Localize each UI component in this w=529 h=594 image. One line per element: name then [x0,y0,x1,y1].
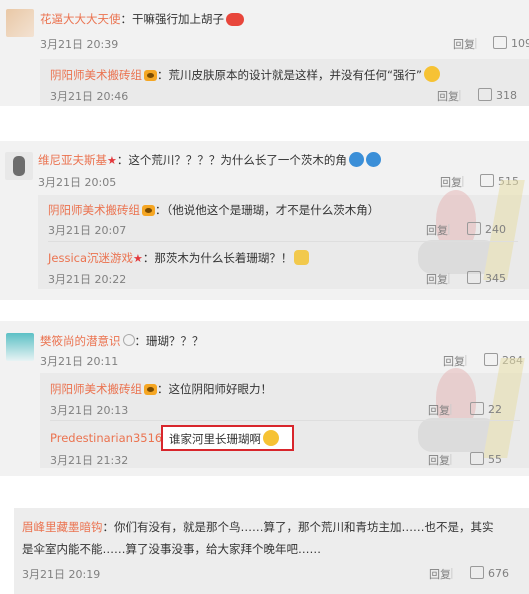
username-link[interactable]: 阴阳师美术搬砖组 [48,203,140,217]
like-button[interactable]: 109 [493,36,529,50]
cat-emoji-icon [294,250,310,265]
username-link[interactable]: Jessica沉迷游戏 [48,251,133,265]
like-button[interactable]: 55 [470,452,502,466]
reply-link[interactable]: 回复 [426,222,448,238]
thumbs-up-icon [467,271,481,284]
divider: | [447,222,451,235]
divider: | [447,271,451,284]
comment-text: ：干嘛强行加上胡子 [120,12,225,26]
like-button[interactable]: 676 [470,566,509,580]
reply-link[interactable]: 回复 [428,452,450,468]
username-link[interactable]: 阴阳师美术搬砖组 [50,68,142,82]
reply-text: ：（他说他这个是珊瑚，才不是什么茨木角） [155,203,380,217]
thumbs-up-icon [470,402,484,415]
reply-text: 谁家河里长珊瑚啊 [169,432,261,446]
timestamp: 3月21日 20:13 [50,404,129,417]
comment-text: ：你们有没有，就是那个鸟……算了，那个荒川和青坊主加……也不是，其实 [102,520,494,534]
comment-line-2: 是伞室内能不能……算了没事没事，给大家拜个晚年吧…… [22,542,321,556]
star-icon: ★ [133,252,143,265]
vip-badge-icon [142,205,155,216]
reply-header: 阴阳师美术搬砖组 ：这位阴阳师好眼力！ [50,381,272,397]
divider: | [458,88,462,101]
thumbs-up-icon [467,222,481,235]
divider-line [50,420,520,421]
reply-text: ：这位阴阳师好眼力！ [157,382,272,396]
doraemon-emoji-icon [365,152,381,167]
comment-header: 樊筱尚的潜意识 ：珊瑚？？？ [40,333,204,349]
vip-badge-icon [144,70,157,81]
like-button[interactable]: 22 [470,402,502,416]
comment-header: 维尼亚夫斯基★：这个荒川？？？？为什么长了一个茨木的角 [38,152,381,168]
like-count: 676 [488,567,509,580]
reply-text: ：那茨木为什么长着珊瑚？！ [142,251,293,265]
surprised-emoji-icon [423,66,440,82]
reply-link[interactable]: 回复 [453,36,475,52]
comment-line-1: 眉峰里藏墨暗钩：你们有没有，就是那个鸟……算了，那个荒川和青坊主加……也不是，其… [22,519,494,535]
comment-header: 花逼大大大天使：干嘛强行加上胡子 [40,11,244,27]
username-link[interactable]: 樊筱尚的潜意识 [40,334,121,348]
vip-badge-icon [144,384,157,395]
reply-link[interactable]: 回复 [437,88,459,104]
timestamp: 3月21日 20:39 [40,38,119,51]
like-count: 345 [485,272,506,285]
like-button[interactable]: 318 [478,88,517,102]
timestamp: 3月21日 20:19 [22,568,101,581]
thumbs-up-icon [493,36,507,49]
reply-link[interactable]: 回复 [426,271,448,287]
timestamp: 3月21日 20:05 [38,176,117,189]
reply-header: 阴阳师美术搬砖组 ：（他说他这个是珊瑚，才不是什么茨木角） [48,202,379,218]
avatar[interactable] [6,333,34,361]
like-button[interactable]: 240 [467,222,506,236]
comment-text: ：这个荒川？？？？为什么长了一个茨木的角 [116,153,347,167]
timestamp: 3月21日 20:11 [40,355,119,368]
avatar[interactable] [6,9,34,37]
thumbs-up-icon [478,88,492,101]
reply-header: Jessica沉迷游戏★：那茨木为什么长着珊瑚？！ [48,250,310,266]
divider: | [474,36,478,49]
comment-text: ：珊瑚？？？ [134,334,204,348]
timestamp: 3月21日 20:22 [48,273,127,286]
doraemon-emoji-icon [348,152,364,167]
like-count: 22 [488,403,502,416]
username-link[interactable]: 眉峰里藏墨暗钩 [22,520,103,534]
like-button[interactable]: 345 [467,271,506,285]
avatar-figure-icon [13,156,25,176]
angry-emoji-icon [226,13,244,26]
divider-line [48,241,518,242]
username-link[interactable]: Predestinarian35168 [50,431,170,445]
star-icon: ★ [107,154,117,167]
divider: | [450,566,454,579]
username-link[interactable]: 维尼亚夫斯基 [38,153,107,167]
reply-link[interactable]: 回复 [428,402,450,418]
laughing-emoji-icon [263,430,279,446]
reply-header: 阴阳师美术搬砖组 ：荒川皮肤原本的设计就是这样，并没有任何“强行” [50,66,440,83]
reply-header: Predestinarian35168 [50,431,170,445]
like-count: 55 [488,453,502,466]
like-count: 318 [496,89,517,102]
divider: | [449,452,453,465]
reply-text: ：荒川皮肤原本的设计就是这样，并没有任何“强行” [157,68,422,82]
verified-icon [122,334,135,346]
divider: | [449,402,453,415]
avatar[interactable] [5,152,33,180]
thumbs-up-icon [470,566,484,579]
like-count: 109 [511,37,529,50]
like-count: 240 [485,223,506,236]
thumbs-up-icon [470,452,484,465]
highlighted-reply: 谁家河里长珊瑚啊 [169,430,279,447]
reply-link[interactable]: 回复 [429,566,451,582]
timestamp: 3月21日 20:07 [48,224,127,237]
timestamp: 3月21日 20:46 [50,90,129,103]
username-link[interactable]: 阴阳师美术搬砖组 [50,382,142,396]
timestamp: 3月21日 21:32 [50,454,129,467]
username-link[interactable]: 花逼大大大天使 [40,12,121,26]
